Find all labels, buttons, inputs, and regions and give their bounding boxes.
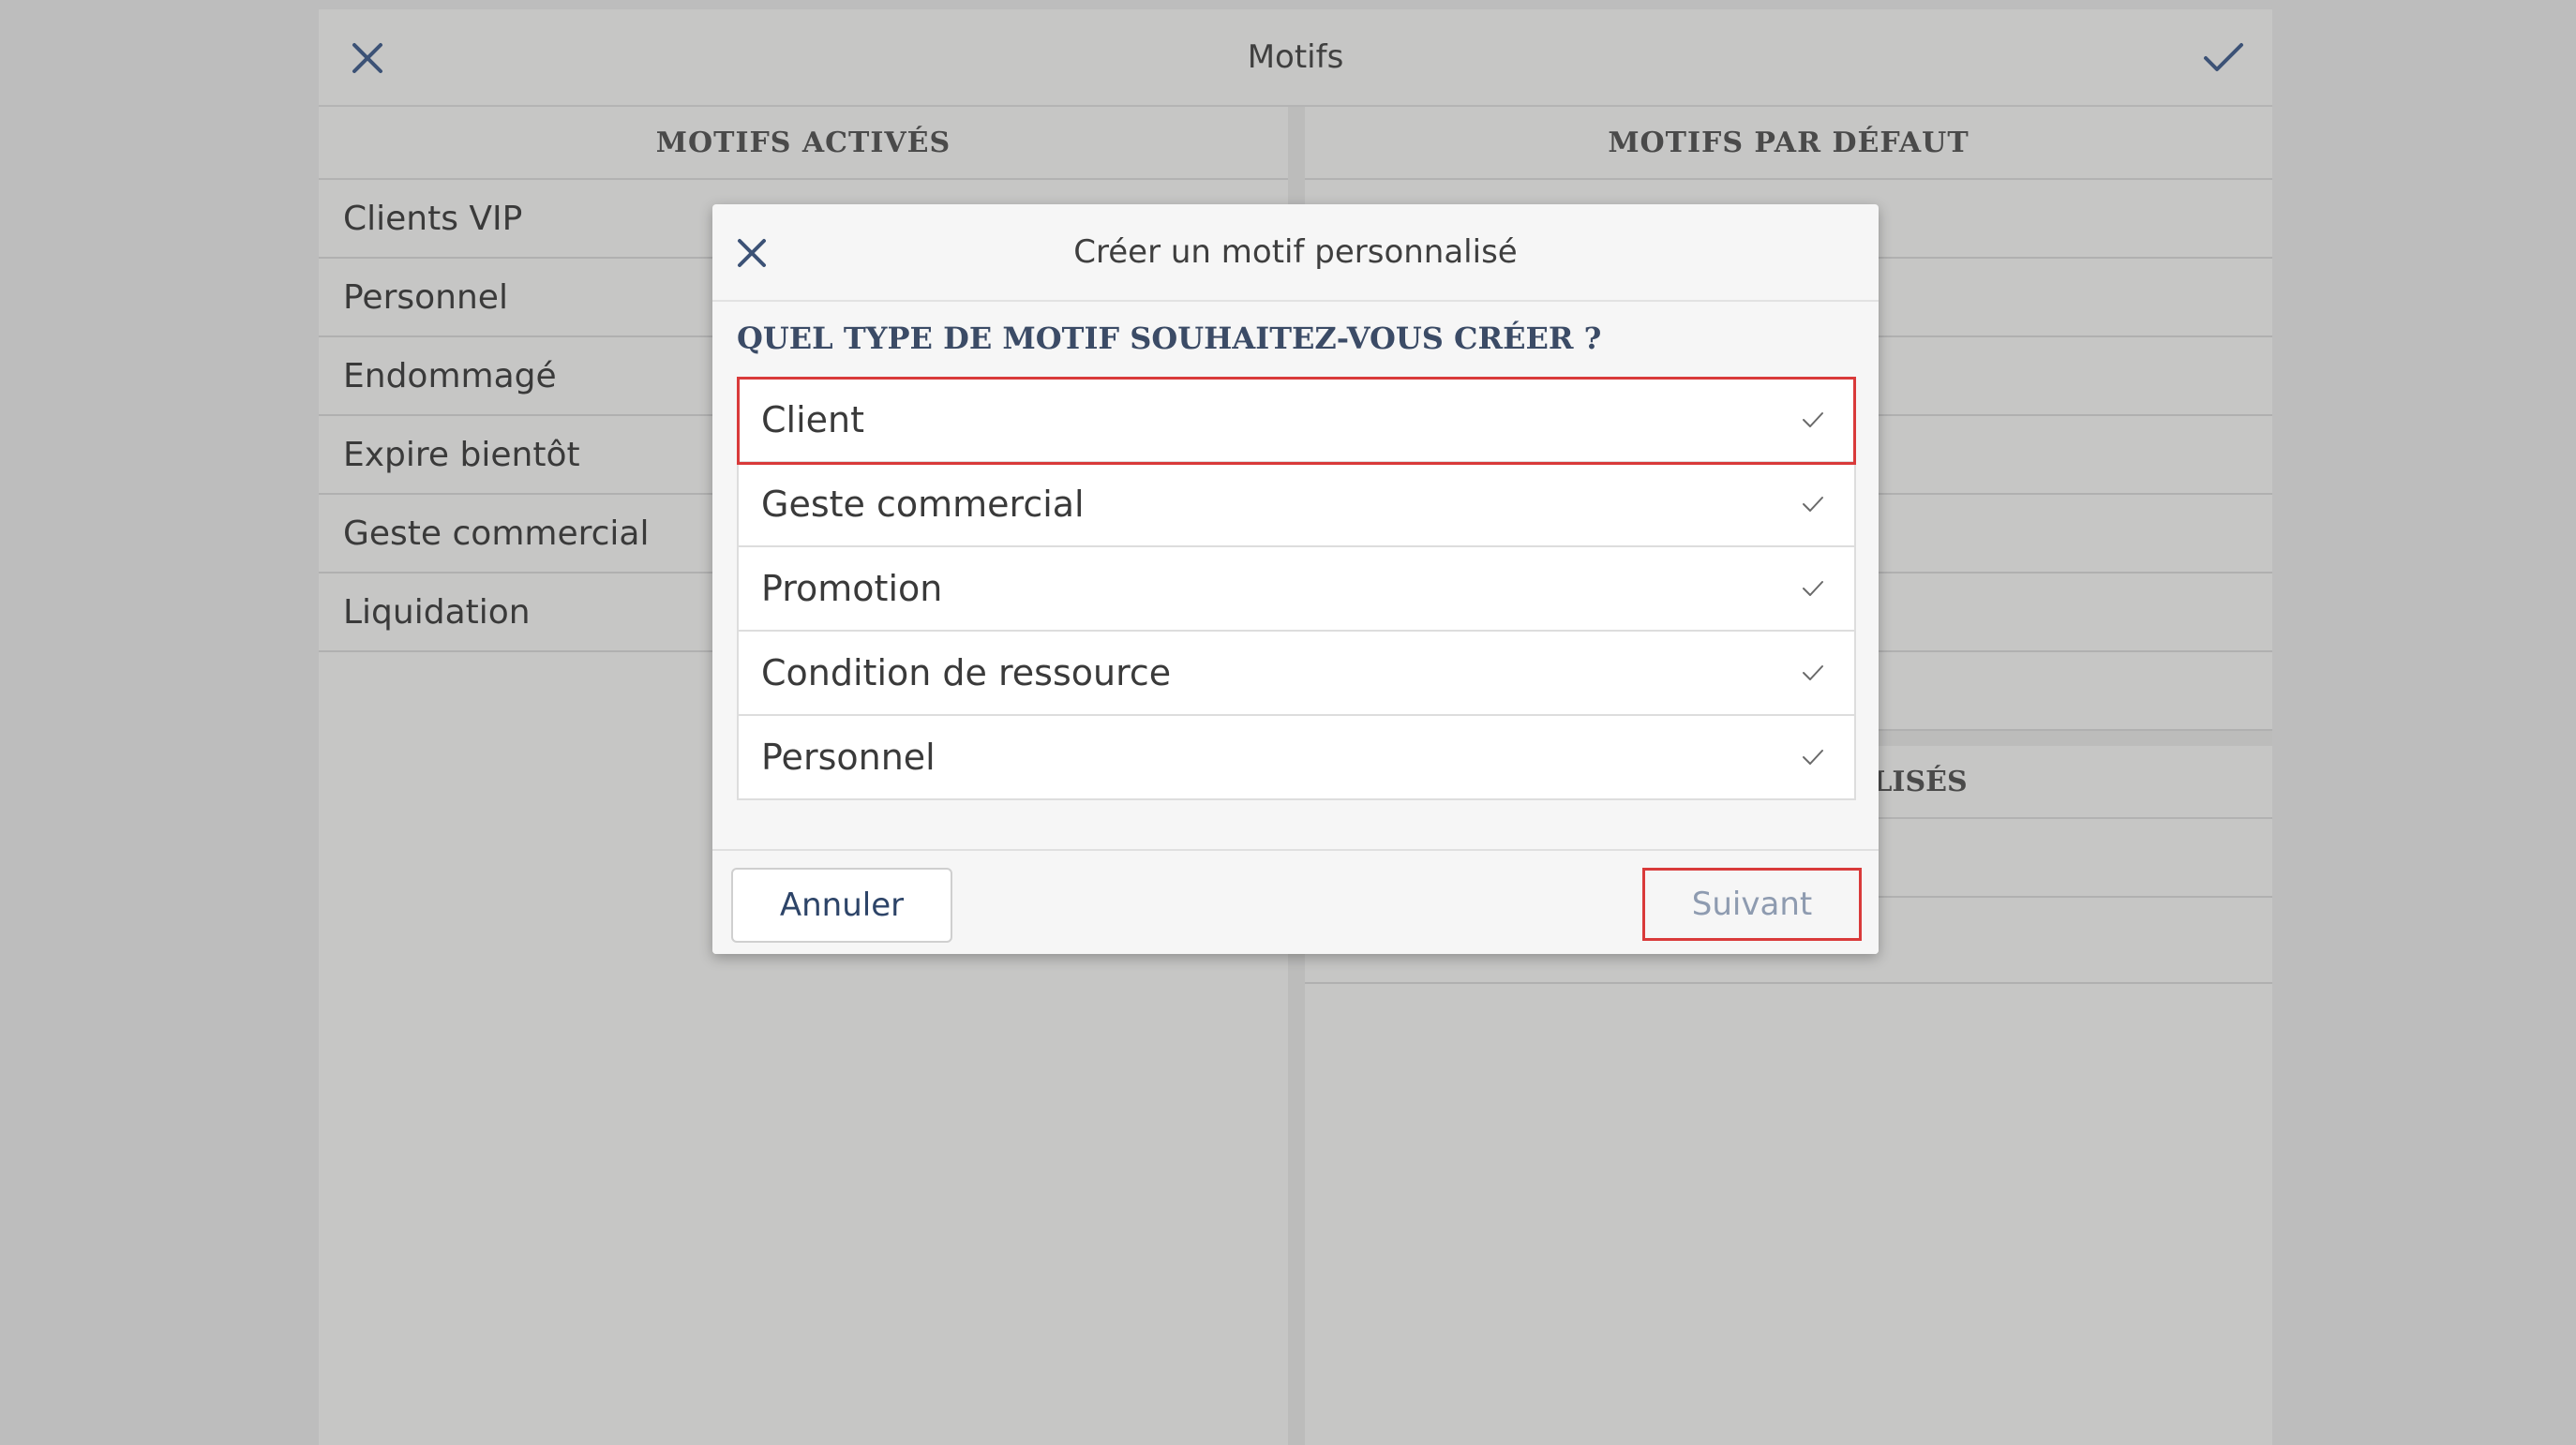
checkmark-icon — [2204, 43, 2243, 71]
option-label: Promotion — [761, 568, 943, 609]
create-custom-motif-dialog: Créer un motif personnalisé QUEL TYPE DE… — [712, 204, 1879, 954]
option-promotion[interactable]: Promotion — [739, 547, 1854, 632]
dialog-header: Créer un motif personnalisé — [712, 204, 1879, 302]
option-personnel[interactable]: Personnel — [739, 716, 1854, 800]
checkmark-icon — [1803, 581, 1823, 596]
option-client[interactable]: Client — [737, 377, 1856, 465]
dialog-question: QUEL TYPE DE MOTIF SOUHAITEZ-VOUS CRÉER … — [737, 320, 1602, 356]
custom-motifs-heading-text: LISÉS — [1872, 765, 1968, 798]
option-label: Client — [761, 399, 865, 440]
close-button[interactable] — [337, 28, 397, 88]
checkmark-icon — [1803, 750, 1823, 765]
checkmark-icon — [1803, 412, 1823, 427]
dialog-close-button[interactable] — [720, 221, 784, 285]
default-motifs-heading: MOTIFS PAR DÉFAUT — [1305, 107, 2272, 180]
option-condition-de-ressource[interactable]: Condition de ressource — [739, 632, 1854, 716]
next-button[interactable]: Suivant — [1642, 868, 1862, 941]
panel-header: Motifs — [319, 9, 2272, 107]
page-title: Motifs — [1247, 38, 1344, 76]
option-label: Condition de ressource — [761, 652, 1172, 693]
checkmark-icon — [1803, 497, 1823, 512]
active-motifs-heading: MOTIFS ACTIVÉS — [319, 107, 1288, 180]
option-label: Geste commercial — [761, 484, 1085, 525]
dialog-title: Créer un motif personnalisé — [1073, 233, 1518, 271]
confirm-button[interactable] — [2194, 28, 2254, 88]
option-geste-commercial[interactable]: Geste commercial — [739, 463, 1854, 547]
close-icon — [738, 239, 766, 267]
cancel-button[interactable]: Annuler — [731, 868, 952, 943]
motif-type-options: Client Geste commercial Promotion Condit… — [737, 377, 1856, 800]
dialog-footer: Annuler Suivant — [712, 849, 1879, 954]
close-icon — [352, 43, 382, 73]
checkmark-icon — [1803, 665, 1823, 680]
option-label: Personnel — [761, 737, 936, 778]
